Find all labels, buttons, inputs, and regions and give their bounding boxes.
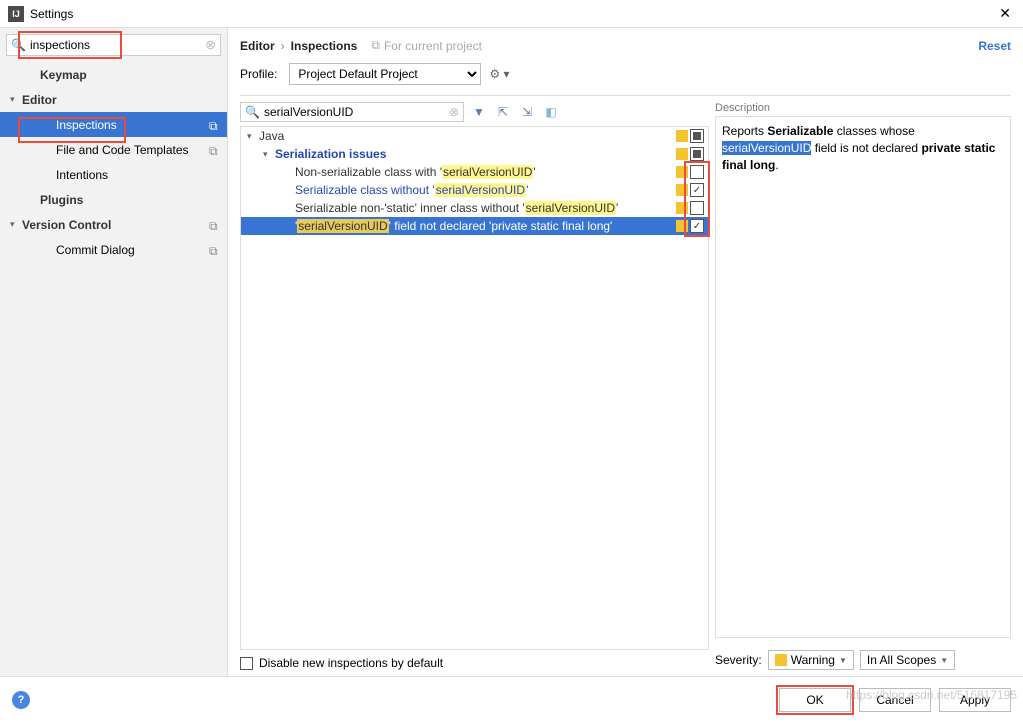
breadcrumb-row: Editor › Inspections ⧉ For current proje…	[240, 38, 1011, 53]
sidebar-item-label: Inspections	[56, 118, 209, 132]
gear-icon[interactable]: ⚙ ▾	[489, 67, 509, 81]
titlebar: IJ Settings ✕	[0, 0, 1023, 28]
sidebar-item-label: File and Code Templates	[56, 143, 209, 157]
disable-new-checkbox[interactable]	[240, 657, 253, 670]
inspection-checkbox[interactable]	[690, 165, 704, 179]
chevron-down-icon: ▼	[940, 656, 948, 665]
clear-icon[interactable]: ⊗	[449, 105, 459, 119]
for-current-project-hint: ⧉ For current project	[371, 38, 482, 53]
sidebar-item-editor[interactable]: ▾Editor	[0, 87, 227, 112]
sidebar-item-keymap[interactable]: Keymap	[0, 62, 227, 87]
inspection-toolbar: 🔍 ⊗ ▼ ⇱ ⇲ ◧	[240, 102, 709, 122]
description-text: Reports Serializable classes whose seria…	[715, 116, 1011, 638]
severity-label: Severity:	[715, 653, 762, 667]
ok-button[interactable]: OK	[779, 688, 851, 712]
chevron-down-icon: ▼	[839, 656, 847, 665]
inspection-group[interactable]: ▾Serialization issues	[241, 145, 708, 163]
sidebar-item-inspections[interactable]: Inspections⧉	[0, 112, 227, 137]
inspection-item[interactable]: Non-serializable class with 'serialVersi…	[241, 163, 708, 181]
reset-filter-icon[interactable]: ◧	[542, 103, 560, 121]
inspection-checkbox[interactable]	[690, 147, 704, 161]
inspection-checkbox[interactable]	[690, 219, 704, 233]
category-label: Java	[259, 129, 676, 143]
search-icon: 🔍	[245, 105, 260, 119]
sidebar-item-label: Plugins	[40, 193, 227, 207]
crumb-editor: Editor	[240, 39, 275, 53]
severity-color-icon	[676, 166, 688, 178]
inspection-search-input[interactable]	[264, 105, 449, 119]
inspection-item[interactable]: 'serialVersionUID' field not declared 'p…	[241, 217, 708, 235]
help-icon[interactable]: ?	[12, 691, 30, 709]
copy-icon: ⧉	[371, 38, 380, 53]
search-icon: 🔍	[11, 38, 26, 52]
reset-link[interactable]: Reset	[978, 39, 1011, 53]
dialog-footer: ? OK Cancel Apply	[0, 676, 1023, 722]
sidebar-item-version-control[interactable]: ▾Version Control⧉	[0, 212, 227, 237]
inspection-label: Serializable class without 'serialVersio…	[295, 183, 676, 197]
severity-select[interactable]: Warning ▼	[768, 650, 854, 670]
expand-arrow-icon: ▾	[247, 131, 259, 142]
severity-color-icon	[676, 202, 688, 214]
disable-new-row: Disable new inspections by default	[240, 656, 709, 670]
close-icon[interactable]: ✕	[995, 5, 1015, 22]
profile-select[interactable]: Project Default Project	[289, 63, 481, 85]
inspection-checkbox[interactable]	[690, 183, 704, 197]
profile-row: Profile: Project Default Project ⚙ ▾	[240, 63, 1011, 85]
inspection-label: Non-serializable class with 'serialVersi…	[295, 165, 676, 179]
settings-tree: Keymap▾EditorInspections⧉File and Code T…	[0, 62, 227, 676]
sidebar-search[interactable]: 🔍 ⊗	[6, 34, 221, 56]
sidebar-item-intentions[interactable]: Intentions	[0, 162, 227, 187]
severity-color-icon	[676, 220, 688, 232]
sidebar: 🔍 ⊗ Keymap▾EditorInspections⧉File and Co…	[0, 28, 228, 676]
inspection-label: Serializable non-'static' inner class wi…	[295, 201, 676, 215]
sidebar-item-label: Commit Dialog	[56, 243, 209, 257]
project-scope-icon: ⧉	[209, 244, 221, 256]
disable-new-label: Disable new inspections by default	[259, 656, 443, 670]
inspection-category[interactable]: ▾Java	[241, 127, 708, 145]
project-scope-icon: ⧉	[209, 219, 221, 231]
sidebar-item-label: Keymap	[40, 68, 227, 82]
profile-label: Profile:	[240, 67, 277, 81]
severity-color-icon	[676, 130, 688, 142]
sidebar-item-label: Intentions	[56, 168, 227, 182]
sidebar-item-commit-dialog[interactable]: Commit Dialog⧉	[0, 237, 227, 262]
description-panel: Description Reports Serializable classes…	[715, 102, 1011, 670]
sidebar-item-plugins[interactable]: Plugins	[0, 187, 227, 212]
group-label: Serialization issues	[275, 147, 676, 161]
expand-arrow-icon: ▾	[10, 219, 22, 230]
project-scope-icon: ⧉	[209, 119, 221, 131]
apply-button[interactable]: Apply	[939, 688, 1011, 712]
sidebar-item-label: Version Control	[22, 218, 209, 232]
inspections-tree[interactable]: ▾Java▾Serialization issuesNon-serializab…	[240, 126, 709, 650]
sidebar-item-file-and-code-templates[interactable]: File and Code Templates⧉	[0, 137, 227, 162]
expand-arrow-icon: ▾	[263, 149, 275, 160]
inspection-item[interactable]: Serializable class without 'serialVersio…	[241, 181, 708, 199]
inspection-item[interactable]: Serializable non-'static' inner class wi…	[241, 199, 708, 217]
content-panel: Editor › Inspections ⧉ For current proje…	[228, 28, 1023, 676]
sidebar-search-input[interactable]	[30, 38, 205, 52]
inspection-checkbox[interactable]	[690, 201, 704, 215]
inspection-checkbox[interactable]	[690, 129, 704, 143]
sidebar-item-label: Editor	[22, 93, 227, 107]
cancel-button[interactable]: Cancel	[859, 688, 931, 712]
inspection-search[interactable]: 🔍 ⊗	[240, 102, 464, 122]
description-label: Description	[715, 102, 1011, 114]
filter-icon[interactable]: ▼	[470, 103, 488, 121]
clear-search-icon[interactable]: ⊗	[205, 37, 216, 53]
severity-color-icon	[676, 184, 688, 196]
severity-color-icon	[676, 148, 688, 160]
warning-color-icon	[775, 654, 787, 666]
app-icon: IJ	[8, 6, 24, 22]
collapse-all-icon[interactable]: ⇲	[518, 103, 536, 121]
project-scope-icon: ⧉	[209, 144, 221, 156]
expand-arrow-icon: ▾	[10, 94, 22, 105]
crumb-inspections: Inspections	[291, 39, 358, 53]
window-title: Settings	[30, 7, 995, 21]
scope-select[interactable]: In All Scopes ▼	[860, 650, 955, 670]
severity-row: Severity: Warning ▼ In All Scopes ▼	[715, 650, 1011, 670]
inspection-label: 'serialVersionUID' field not declared 'p…	[295, 219, 676, 233]
crumb-sep: ›	[281, 39, 285, 53]
expand-all-icon[interactable]: ⇱	[494, 103, 512, 121]
